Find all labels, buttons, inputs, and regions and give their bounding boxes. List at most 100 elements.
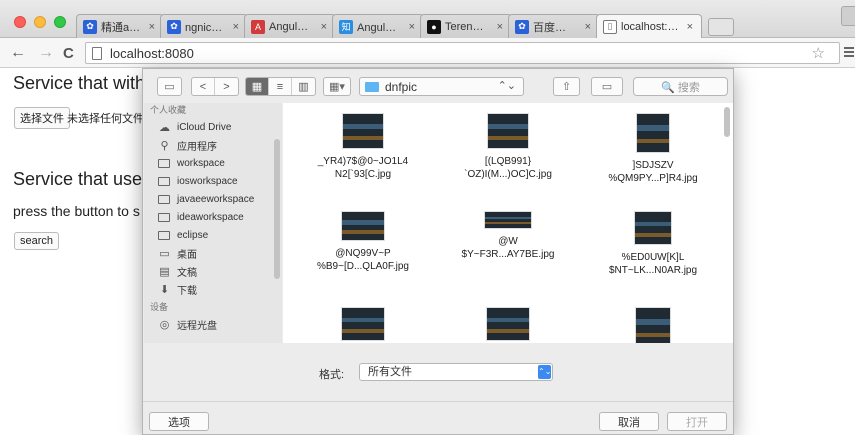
- image-thumbnail: [487, 113, 529, 149]
- tab-label: AngularJS: Tu: [269, 20, 313, 33]
- tab-close-icon[interactable]: ×: [585, 21, 591, 33]
- browser-tab[interactable]: ✿ ngnice_百度搜 ×: [160, 14, 248, 38]
- sidebar-toggle-icon[interactable]: ▭: [157, 77, 182, 96]
- browser-tab[interactable]: A AngularJS: Tu ×: [244, 14, 336, 38]
- baidu-paw-icon: ✿: [83, 19, 97, 34]
- file-name: [(LQB991} `OZ)I(M...)OC]C.jpg: [438, 155, 578, 181]
- file-name: _YR4)7$@0~JO1L4 N2[`93[C.jpg: [293, 155, 433, 181]
- chevron-updown-icon: ⌃⌄: [497, 80, 516, 92]
- minimize-window-button[interactable]: [34, 16, 46, 28]
- browser-menu-icon[interactable]: [844, 45, 854, 59]
- folder-path-popup[interactable]: dnfpic ⌃⌄: [359, 77, 524, 96]
- file-item[interactable]: %ED0UW[K]L $NT~LK...N0AR.jpg: [583, 211, 723, 277]
- folder-icon: [158, 212, 170, 222]
- zoom-window-button[interactable]: [54, 16, 66, 28]
- history-segment: < >: [191, 77, 239, 96]
- column-view-icon[interactable]: ▥: [292, 78, 315, 95]
- image-thumbnail: [484, 211, 532, 229]
- cloud-icon: ☁: [159, 121, 170, 134]
- new-tab-button[interactable]: [708, 18, 734, 36]
- tab-close-icon[interactable]: ×: [321, 21, 327, 33]
- sidebar-item-label: iCloud Drive: [177, 121, 232, 133]
- dialog-forward-button[interactable]: >: [215, 78, 238, 95]
- file-item[interactable]: [(LQB991} `OZ)I(M...)OC]C.jpg: [438, 113, 578, 181]
- dialog-back-button[interactable]: <: [192, 78, 215, 95]
- tab-close-icon[interactable]: ×: [409, 21, 415, 33]
- browser-tab-strip: ✿ 精通angularjs × ✿ ngnice_百度搜 × A AngularJS: Tu ×…: [0, 0, 855, 38]
- image-thumbnail: [341, 307, 385, 341]
- tab-label: localhost:808: [621, 20, 679, 33]
- file-item[interactable]: _YR4)7$@0~JO1L4 N2[`93[C.jpg: [293, 113, 433, 181]
- reload-icon[interactable]: C: [63, 45, 74, 62]
- dialog-search-input[interactable]: 🔍 搜索: [633, 77, 728, 96]
- back-arrow-icon[interactable]: ←: [10, 44, 26, 62]
- open-button[interactable]: 打开: [667, 412, 727, 431]
- sidebar-scrollbar[interactable]: [274, 139, 280, 279]
- file-open-dialog: ▭ < > ▦ ≡ ▥ ▦▾ dnfpic ⌃⌄ ⇧ ▭ 🔍 搜索 个人收藏 ☁…: [142, 68, 734, 435]
- sidebar-item[interactable]: ▤ 文稿: [144, 262, 282, 280]
- sidebar-item[interactable]: ideaworkspace: [144, 208, 282, 226]
- browser-tab[interactable]: ✿ 精通angularjs ×: [76, 14, 164, 38]
- profile-button[interactable]: [841, 6, 855, 26]
- file-name-line2: %B9~[D...QLA0F.jpg: [317, 261, 409, 272]
- file-item[interactable]: [293, 307, 433, 341]
- file-scrollbar[interactable]: [724, 107, 730, 137]
- file-item[interactable]: [583, 307, 723, 343]
- cancel-button[interactable]: 取消: [599, 412, 659, 431]
- options-button[interactable]: 选项: [149, 412, 209, 431]
- sidebar-item[interactable]: ⚲ 应用程序: [144, 136, 282, 154]
- bookmark-star-icon[interactable]: ☆: [812, 44, 825, 62]
- tab-list: ✿ 精通angularjs × ✿ ngnice_百度搜 × A AngularJS: Tu ×…: [76, 14, 734, 38]
- sidebar-item[interactable]: iosworkspace: [144, 172, 282, 190]
- folder-name: dnfpic: [385, 79, 418, 94]
- list-view-icon[interactable]: ≡: [269, 78, 292, 95]
- sidebar-item-label: 桌面: [177, 249, 197, 261]
- file-name-line1: @W: [498, 236, 518, 247]
- tab-close-icon[interactable]: ×: [233, 21, 239, 33]
- file-name-line2: %QM9PY...P]R4.jpg: [608, 173, 698, 184]
- tab-close-icon[interactable]: ×: [687, 21, 693, 33]
- arrange-menu-icon[interactable]: ▦▾: [323, 77, 351, 96]
- sidebar-item[interactable]: eclipse: [144, 226, 282, 244]
- close-window-button[interactable]: [14, 16, 26, 28]
- file-name-line2: N2[`93[C.jpg: [334, 169, 392, 180]
- browser-tab[interactable]: 知 Angular js 初学 ×: [332, 14, 424, 38]
- page-icon: [92, 46, 102, 60]
- chevron-updown-icon: ⌃⌄: [538, 365, 551, 379]
- sidebar-item[interactable]: ☁ iCloud Drive: [144, 118, 282, 136]
- tab-label: Terence95 (Te: [445, 20, 489, 33]
- file-name-line2: `OZ)I(M...)OC]C.jpg: [464, 169, 552, 180]
- file-item[interactable]: @W $Y~F3R...AY7BE.jpg: [438, 211, 578, 261]
- icon-view-icon[interactable]: ▦: [246, 78, 269, 95]
- address-bar[interactable]: localhost:8080 ☆: [85, 42, 840, 64]
- favorites-header: 个人收藏: [150, 105, 187, 115]
- sidebar-item[interactable]: ⬇ 下载: [144, 280, 282, 298]
- browser-tab[interactable]: ✿ 百度一下，你就 ×: [508, 14, 600, 38]
- tab-label: Angular js 初学: [357, 21, 401, 34]
- forward-arrow-icon[interactable]: →: [38, 44, 54, 62]
- file-name: %ED0UW[K]L $NT~LK...N0AR.jpg: [583, 251, 723, 277]
- choose-file-button[interactable]: 选择文件: [14, 107, 70, 129]
- github-cat-icon: ●: [427, 19, 441, 34]
- sidebar-item[interactable]: ▭ 桌面: [144, 244, 282, 262]
- file-item[interactable]: [438, 307, 578, 341]
- image-thumbnail: [342, 113, 384, 149]
- search-button[interactable]: search: [14, 232, 60, 250]
- sidebar-item[interactable]: ◎ 远程光盘: [144, 315, 282, 333]
- file-name: @NQ99V~P %B9~[D...QLA0F.jpg: [293, 247, 433, 273]
- tab-close-icon[interactable]: ×: [497, 21, 503, 33]
- file-item[interactable]: ]SDJSZV %QM9PY...P]R4.jpg: [583, 113, 723, 185]
- disc-icon: ◎: [159, 318, 170, 331]
- service-without-heading: Service that witho: [13, 73, 156, 93]
- browser-tab[interactable]: ▯ localhost:808 ×: [596, 14, 702, 38]
- tag-icon[interactable]: ▭: [591, 77, 623, 96]
- sidebar-item[interactable]: workspace: [144, 154, 282, 172]
- browser-tab[interactable]: ● Terence95 (Te ×: [420, 14, 512, 38]
- tab-close-icon[interactable]: ×: [149, 21, 155, 33]
- file-name-line2: $NT~LK...N0AR.jpg: [608, 265, 698, 276]
- sidebar-item[interactable]: javaeeworkspace: [144, 190, 282, 208]
- format-select[interactable]: 所有文件 ⌃⌄: [359, 363, 553, 381]
- file-item[interactable]: @NQ99V~P %B9~[D...QLA0F.jpg: [293, 211, 433, 273]
- folder-icon: [158, 158, 170, 168]
- share-icon[interactable]: ⇧: [553, 77, 580, 96]
